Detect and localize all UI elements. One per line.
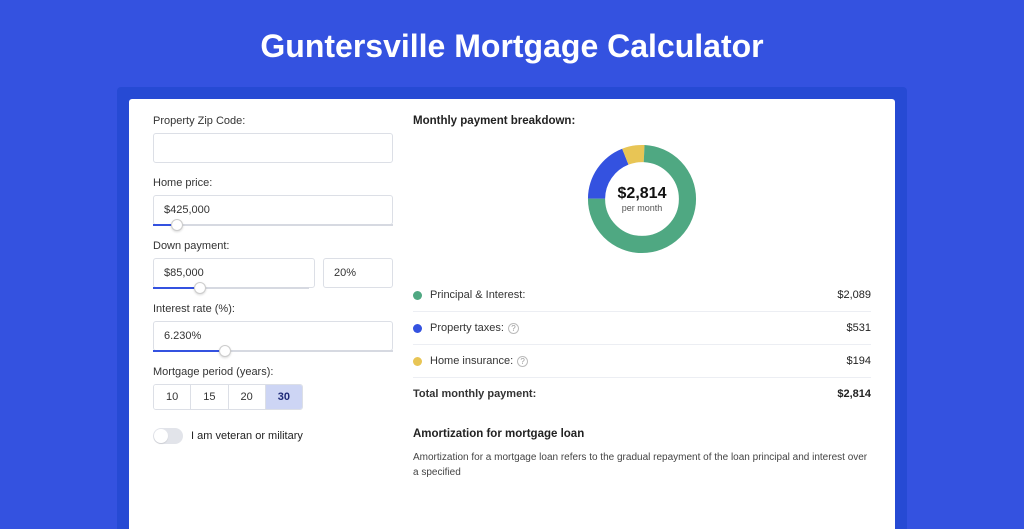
legend-dot [413, 324, 422, 333]
amortization-text: Amortization for a mortgage loan refers … [413, 450, 871, 480]
legend-row: Principal & Interest:$2,089 [413, 279, 871, 312]
period-label: Mortgage period (years): [153, 366, 393, 378]
veteran-label: I am veteran or military [191, 430, 303, 442]
donut-total: $2,814 [618, 185, 667, 203]
home-price-input[interactable] [153, 195, 393, 225]
legend-label: Home insurance:? [430, 355, 847, 367]
interest-rate-field: Interest rate (%): [153, 303, 393, 352]
zip-input[interactable] [153, 133, 393, 163]
page-title: Guntersville Mortgage Calculator [0, 0, 1024, 87]
slider-thumb[interactable] [219, 345, 231, 357]
legend-label: Property taxes:? [430, 322, 847, 334]
breakdown-title: Monthly payment breakdown: [413, 115, 871, 127]
down-payment-field: Down payment: [153, 240, 393, 289]
donut-sub: per month [622, 203, 663, 213]
veteran-toggle[interactable] [153, 428, 183, 444]
amortization-title: Amortization for mortgage loan [413, 428, 871, 440]
legend-dot [413, 357, 422, 366]
donut-chart: $2,814 per month [582, 139, 702, 259]
home-price-field: Home price: [153, 177, 393, 226]
zip-field: Property Zip Code: [153, 115, 393, 163]
down-payment-label: Down payment: [153, 240, 393, 252]
legend-value: $531 [847, 322, 871, 334]
legend-value: $2,089 [837, 289, 871, 301]
calculator-container: Property Zip Code: Home price: Down paym… [117, 87, 907, 529]
period-tab-10[interactable]: 10 [154, 385, 191, 409]
legend-total-label: Total monthly payment: [413, 388, 837, 400]
legend-row: Property taxes:?$531 [413, 312, 871, 345]
donut-chart-wrap: $2,814 per month [413, 139, 871, 259]
slider-thumb[interactable] [171, 219, 183, 231]
period-tabs: 10152030 [153, 384, 303, 410]
interest-rate-slider[interactable] [153, 350, 393, 352]
veteran-row: I am veteran or military [153, 428, 393, 444]
period-tab-15[interactable]: 15 [191, 385, 228, 409]
down-payment-slider[interactable] [153, 287, 309, 289]
zip-label: Property Zip Code: [153, 115, 393, 127]
help-icon[interactable]: ? [517, 356, 528, 367]
legend-row: Home insurance:?$194 [413, 345, 871, 377]
legend-dot [413, 291, 422, 300]
home-price-label: Home price: [153, 177, 393, 189]
help-icon[interactable]: ? [508, 323, 519, 334]
period-tab-30[interactable]: 30 [266, 385, 302, 409]
interest-rate-label: Interest rate (%): [153, 303, 393, 315]
period-tab-20[interactable]: 20 [229, 385, 266, 409]
breakdown-column: Monthly payment breakdown: $2,814 per mo… [413, 115, 871, 529]
home-price-slider[interactable] [153, 224, 393, 226]
legend-value: $194 [847, 355, 871, 367]
interest-rate-input[interactable] [153, 321, 393, 351]
legend-total-value: $2,814 [837, 388, 871, 400]
down-payment-input[interactable] [153, 258, 315, 288]
legend-label: Principal & Interest: [430, 289, 837, 301]
inputs-column: Property Zip Code: Home price: Down paym… [153, 115, 393, 529]
legend-total-row: Total monthly payment: $2,814 [413, 377, 871, 410]
period-field: Mortgage period (years): 10152030 [153, 366, 393, 410]
slider-thumb[interactable] [194, 282, 206, 294]
calculator-panel: Property Zip Code: Home price: Down paym… [129, 99, 895, 529]
down-payment-percent-input[interactable] [323, 258, 393, 288]
